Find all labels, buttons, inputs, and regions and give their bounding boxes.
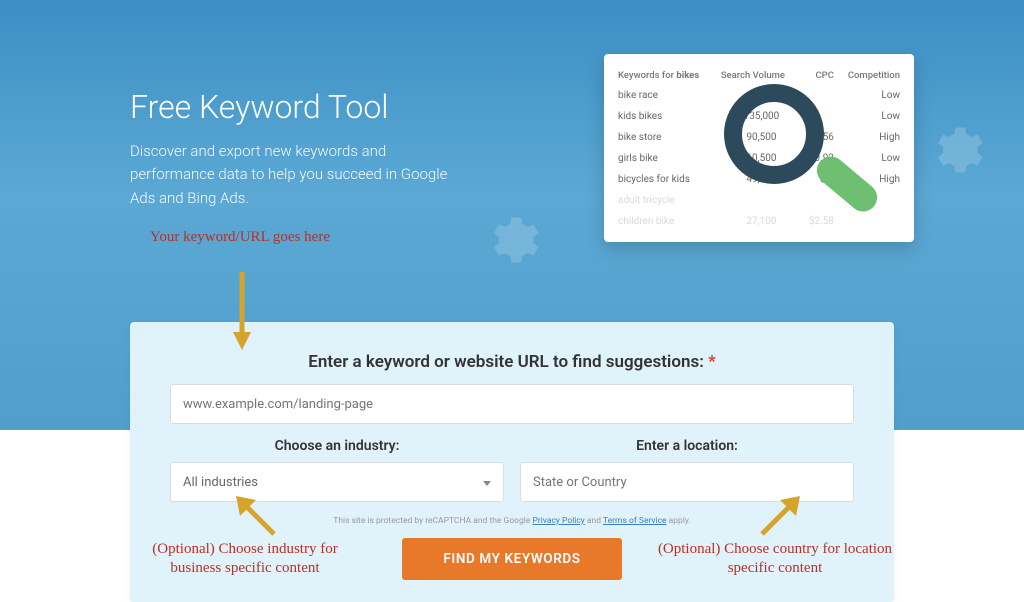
table-row: bicycles for kids49,500$1.High bbox=[618, 169, 900, 190]
arrow-icon bbox=[226, 486, 286, 546]
table-row: bike raceLow bbox=[618, 85, 900, 106]
table-row: adult tricycle bbox=[618, 190, 900, 211]
arrow-icon bbox=[750, 486, 810, 546]
table-row: children bike27,100$2.58 bbox=[618, 211, 900, 232]
gear-icon bbox=[924, 120, 984, 180]
keyword-input[interactable] bbox=[170, 384, 854, 424]
keyword-preview-card: Keywords for bikes Search Volume CPC Com… bbox=[604, 54, 914, 242]
page-subtitle: Discover and export new keywords and per… bbox=[130, 140, 470, 210]
privacy-link[interactable]: Privacy Policy bbox=[532, 516, 584, 526]
arrow-icon bbox=[228, 268, 256, 354]
industry-label: Choose an industry: bbox=[170, 438, 504, 454]
industry-select[interactable]: All industries bbox=[170, 462, 504, 502]
page-title: Free Keyword Tool bbox=[130, 88, 470, 126]
annotation-keyword: Your keyword/URL goes here bbox=[140, 228, 340, 247]
tos-link[interactable]: Terms of Service bbox=[603, 516, 667, 526]
table-row: girls bike60,500$0.92Low bbox=[618, 148, 900, 169]
table-row: kids bikes135,000Low bbox=[618, 106, 900, 127]
chevron-down-icon bbox=[483, 481, 491, 486]
gear-icon bbox=[480, 210, 540, 270]
location-label: Enter a location: bbox=[520, 438, 854, 454]
form-title: Enter a keyword or website URL to find s… bbox=[170, 352, 854, 372]
table-row: bike store90,500$0.56High bbox=[618, 127, 900, 148]
find-keywords-button[interactable]: FIND MY KEYWORDS bbox=[402, 538, 622, 580]
